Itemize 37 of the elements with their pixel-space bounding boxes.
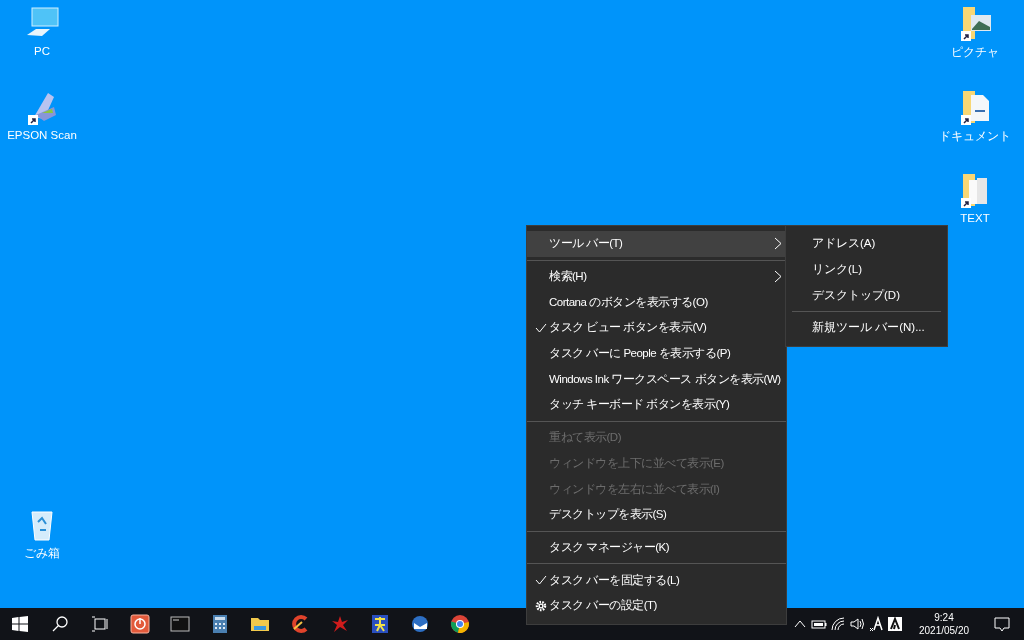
checkmark-icon	[535, 322, 547, 335]
menu-item[interactable]: デスクトップを表示(S)	[527, 501, 786, 528]
notification-icon[interactable]	[994, 616, 1010, 632]
terminal-icon[interactable]	[170, 614, 190, 634]
menu-item[interactable]: アドレス(A)	[786, 231, 947, 257]
input-mode-icon[interactable]	[867, 616, 884, 632]
wifi-icon[interactable]	[829, 616, 846, 632]
menu-item[interactable]: 新規ツール バー(N)...	[786, 315, 947, 341]
menu-item[interactable]: タスク ビュー ボタンを表示(V)	[527, 315, 786, 341]
menu-item[interactable]: タスク マネージャー(K)	[527, 534, 786, 561]
menu-item[interactable]: ツール バー(T)	[527, 231, 786, 257]
mail-icon[interactable]	[410, 614, 430, 634]
calculator-icon[interactable]	[210, 614, 230, 634]
menu-item[interactable]: タスク バーに People を表示する(P)	[527, 340, 786, 367]
menu-item[interactable]: デスクトップ(D)	[786, 282, 947, 309]
menu-item[interactable]: 検索(H)	[527, 263, 786, 290]
chrome-icon[interactable]	[450, 614, 470, 634]
clock-time[interactable]: 9:24	[934, 612, 954, 623]
cleaner-icon[interactable]	[290, 614, 310, 634]
chevron-right-icon	[774, 269, 782, 283]
checkmark-icon	[535, 574, 547, 587]
clock-date[interactable]: 2021/05/20	[918, 625, 970, 636]
menu-item[interactable]: タスク バーの設定(T)	[527, 592, 786, 619]
menu-item[interactable]: Cortana のボタンを表示する(O)	[527, 289, 786, 316]
menu-item[interactable]: タッチ キーボード ボタンを表示(Y)	[527, 392, 786, 418]
chevron-right-icon	[774, 237, 782, 250]
search-icon[interactable]	[50, 614, 70, 634]
gear-icon	[535, 599, 547, 612]
glyph-tile-icon[interactable]	[370, 614, 390, 634]
speaker-icon[interactable]	[848, 616, 865, 632]
windows-logo-icon[interactable]	[10, 614, 30, 634]
menu-item[interactable]: Windows Ink ワークスペース ボタンを表示(W)	[527, 366, 786, 393]
adobe-icon[interactable]	[886, 616, 903, 632]
menu-item[interactable]: タスク バーを固定する(L)	[527, 567, 786, 593]
menu-item[interactable]: リンク(L)	[786, 256, 947, 283]
power-icon[interactable]	[130, 614, 150, 634]
task-view-icon[interactable]	[90, 614, 110, 634]
